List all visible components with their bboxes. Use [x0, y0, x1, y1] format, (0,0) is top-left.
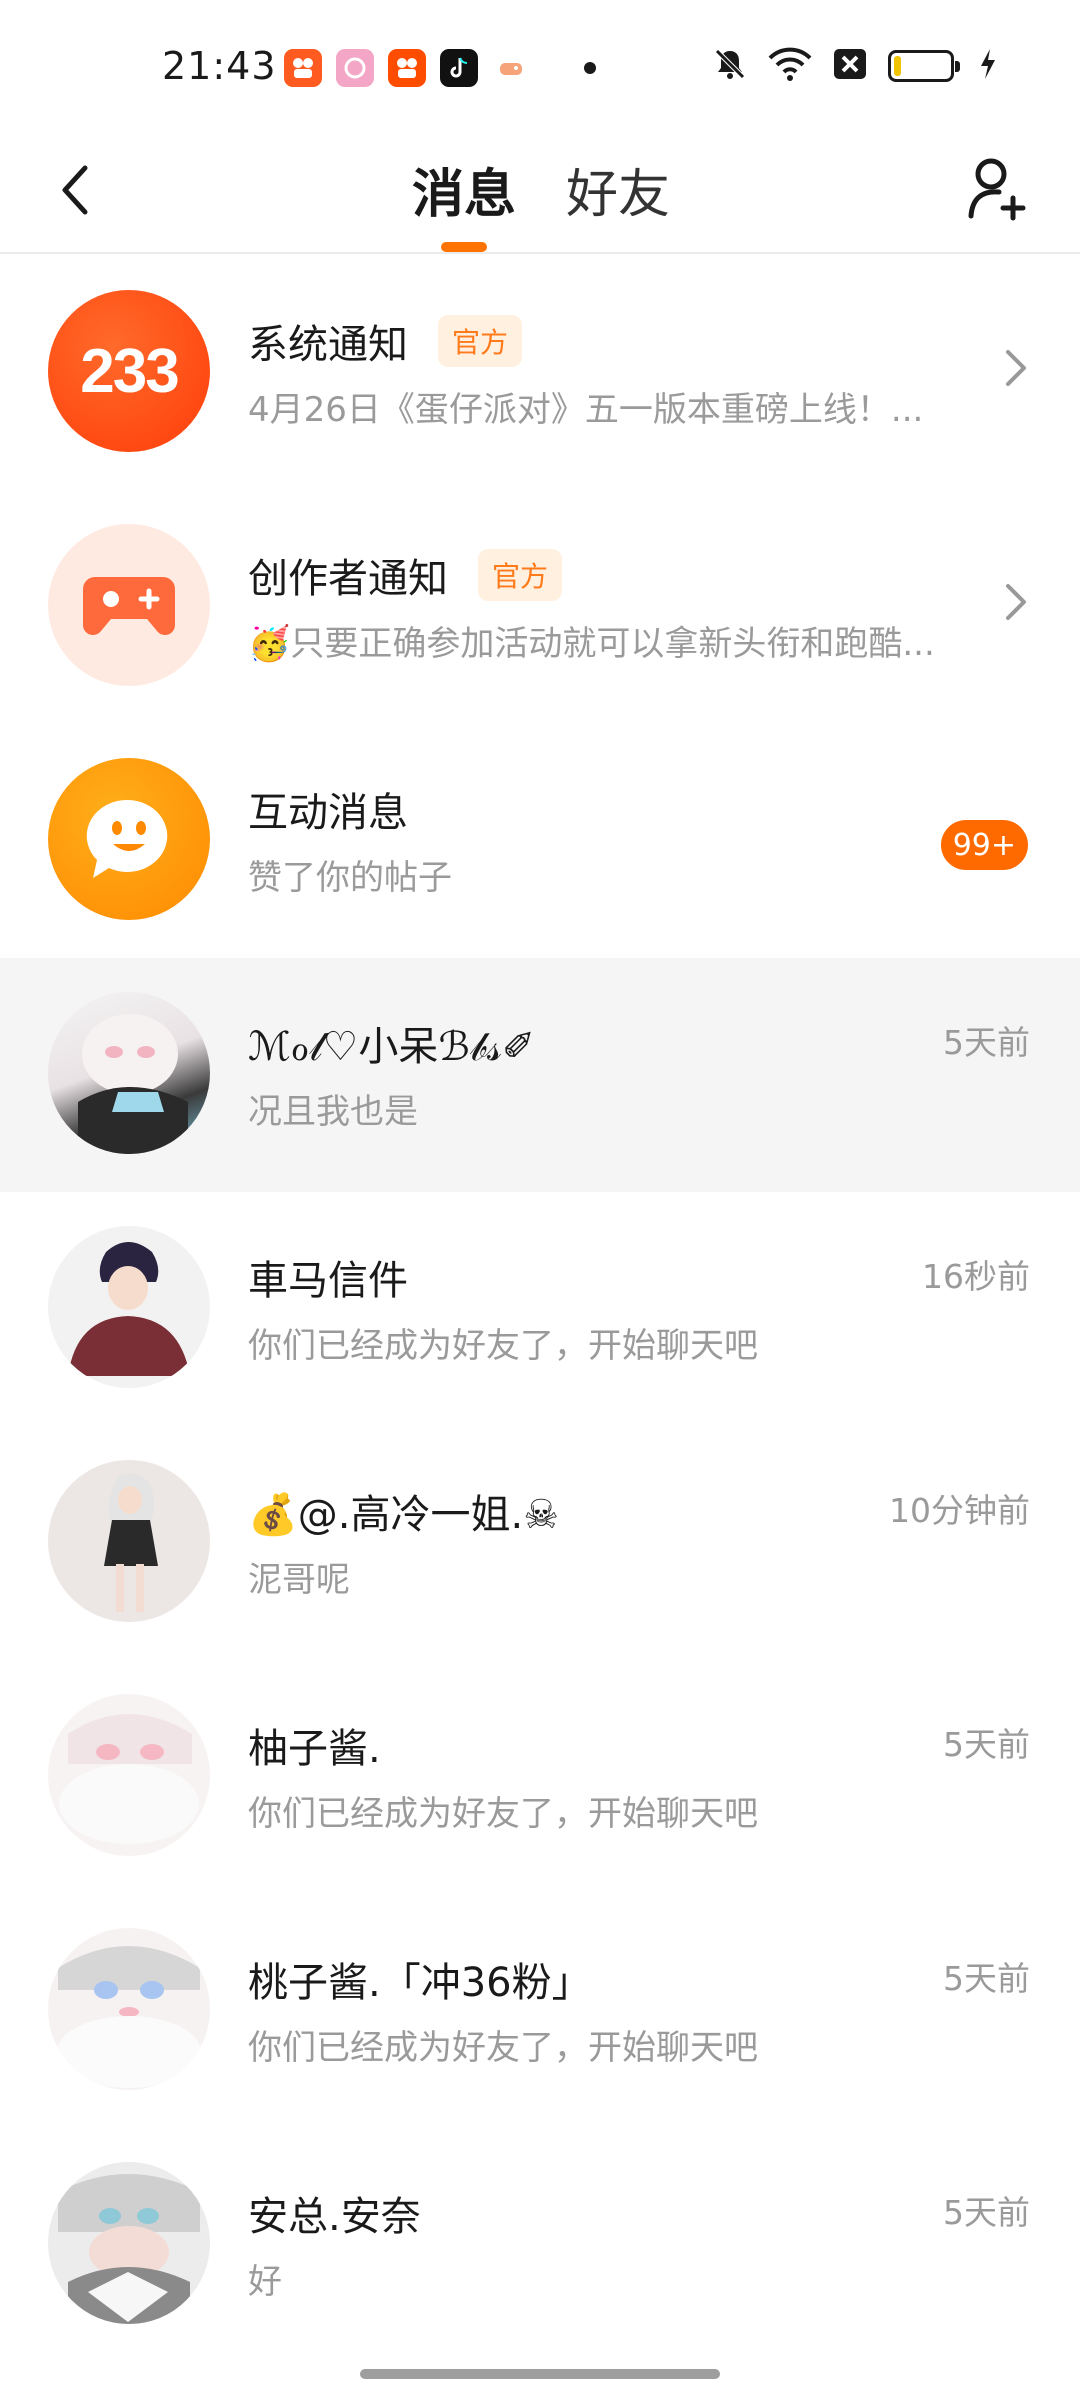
- chat-row[interactable]: 桃子酱.「冲36粉」 你们已经成为好友了，开始聊天吧 5天前: [0, 1894, 1080, 2128]
- item-title: 💰@.高冷一姐.☠: [248, 1492, 560, 1538]
- item-preview: 赞了你的帖子: [248, 858, 452, 898]
- item-title: 安总.安奈: [248, 2194, 421, 2240]
- item-title: 互动消息: [248, 790, 408, 836]
- chat-row[interactable]: 💰@.高冷一姐.☠ 泥哥呢 10分钟前: [0, 1426, 1080, 1660]
- wifi-icon: [768, 46, 812, 86]
- home-indicator[interactable]: [360, 2369, 720, 2379]
- camera-app-icon: [336, 49, 374, 87]
- back-button[interactable]: [44, 150, 104, 230]
- official-badge: 官方: [478, 549, 563, 601]
- item-preview: 4月26日《蛋仔派对》五一版本重磅上线！...: [248, 390, 924, 430]
- item-title: 系统通知: [248, 322, 408, 368]
- message-time: 5天前: [943, 1725, 1030, 1764]
- chat-row[interactable]: ℳℴ𝓁♡小呆ℬ𝒷𝓈✐ 况且我也是 5天前: [0, 958, 1080, 1192]
- list-item-interaction-messages[interactable]: 互动消息 赞了你的帖子 99+: [0, 724, 1080, 958]
- charging-icon: [978, 47, 998, 85]
- smile-chat-icon: [48, 758, 210, 920]
- kuaishou-lite-icon: [284, 49, 322, 87]
- item-preview: 你们已经成为好友了，开始聊天吧: [248, 2028, 758, 2068]
- sim-disabled-icon: [832, 47, 868, 85]
- item-preview: 你们已经成为好友了，开始聊天吧: [248, 1326, 758, 1366]
- item-title: 柚子酱.: [248, 1726, 381, 1772]
- user-avatar-icon: [48, 992, 210, 1154]
- chevron-right-icon: [996, 570, 1036, 634]
- item-title: 创作者通知: [248, 556, 448, 602]
- official-badge: 官方: [438, 315, 523, 367]
- item-preview: 好: [248, 2262, 282, 2302]
- tab-messages[interactable]: 消息: [412, 152, 516, 227]
- chevron-left-icon: [62, 165, 88, 215]
- message-time: 5天前: [943, 2193, 1030, 2232]
- app-logo-233-icon: 233: [48, 290, 210, 452]
- user-avatar-icon: [48, 2162, 210, 2324]
- message-time: 5天前: [943, 1959, 1030, 1998]
- item-title: ℳℴ𝓁♡小呆ℬ𝒷𝓈✐: [248, 1024, 536, 1070]
- item-preview: 泥哥呢: [248, 1560, 350, 1600]
- list-item-creator-notification[interactable]: 创作者通知 官方 🥳只要正确参加活动就可以拿新头衔和跑酷...: [0, 490, 1080, 724]
- item-title: 車马信件: [248, 1258, 408, 1304]
- item-preview: 况且我也是: [248, 1092, 418, 1132]
- item-preview: 你们已经成为好友了，开始聊天吧: [248, 1794, 758, 1834]
- user-avatar-icon: [48, 1928, 210, 2090]
- status-indicators: [712, 46, 998, 86]
- unread-count-badge: 99+: [940, 820, 1028, 870]
- kuaishou-icon: [388, 49, 426, 87]
- item-preview: 🥳只要正确参加活动就可以拿新头衔和跑酷...: [248, 624, 935, 664]
- avatar-logo-text: 233: [80, 336, 179, 406]
- status-bar: 21:43: [0, 0, 1080, 130]
- top-nav-bar: 消息 好友: [0, 130, 1080, 254]
- message-time: 5天前: [943, 1023, 1030, 1062]
- battery-icon: [888, 50, 960, 82]
- tab-friends[interactable]: 好友: [566, 152, 670, 227]
- message-time: 16秒前: [922, 1257, 1030, 1296]
- chevron-right-icon: [996, 336, 1036, 400]
- user-avatar-icon: [48, 1694, 210, 1856]
- add-user-icon: [968, 158, 1026, 221]
- add-friend-button[interactable]: [958, 144, 1038, 234]
- item-title: 桃子酱.「冲36粉」: [248, 1960, 592, 2006]
- chat-row[interactable]: 安总.安奈 好 5天前: [0, 2128, 1080, 2362]
- tiktok-icon: [440, 49, 478, 87]
- status-time: 21:43: [162, 44, 277, 88]
- message-list: 233 系统通知 官方 4月26日《蛋仔派对》五一版本重磅上线！... 创作者通…: [0, 256, 1080, 2362]
- message-time: 10分钟前: [889, 1491, 1030, 1530]
- more-notifications-dot: [584, 62, 596, 74]
- chat-row[interactable]: 車马信件 你们已经成为好友了，开始聊天吧 16秒前: [0, 1192, 1080, 1426]
- active-tab-indicator: [441, 242, 487, 252]
- chat-row[interactable]: 柚子酱. 你们已经成为好友了，开始聊天吧 5天前: [0, 1660, 1080, 1894]
- game-app-icon: [492, 49, 530, 87]
- gamepad-icon: [48, 524, 210, 686]
- list-item-system-notification[interactable]: 233 系统通知 官方 4月26日《蛋仔派对》五一版本重磅上线！...: [0, 256, 1080, 490]
- user-avatar-icon: [48, 1460, 210, 1622]
- user-avatar-icon: [48, 1226, 210, 1388]
- status-app-icons: [284, 49, 596, 87]
- notification-muted-icon: [712, 46, 748, 86]
